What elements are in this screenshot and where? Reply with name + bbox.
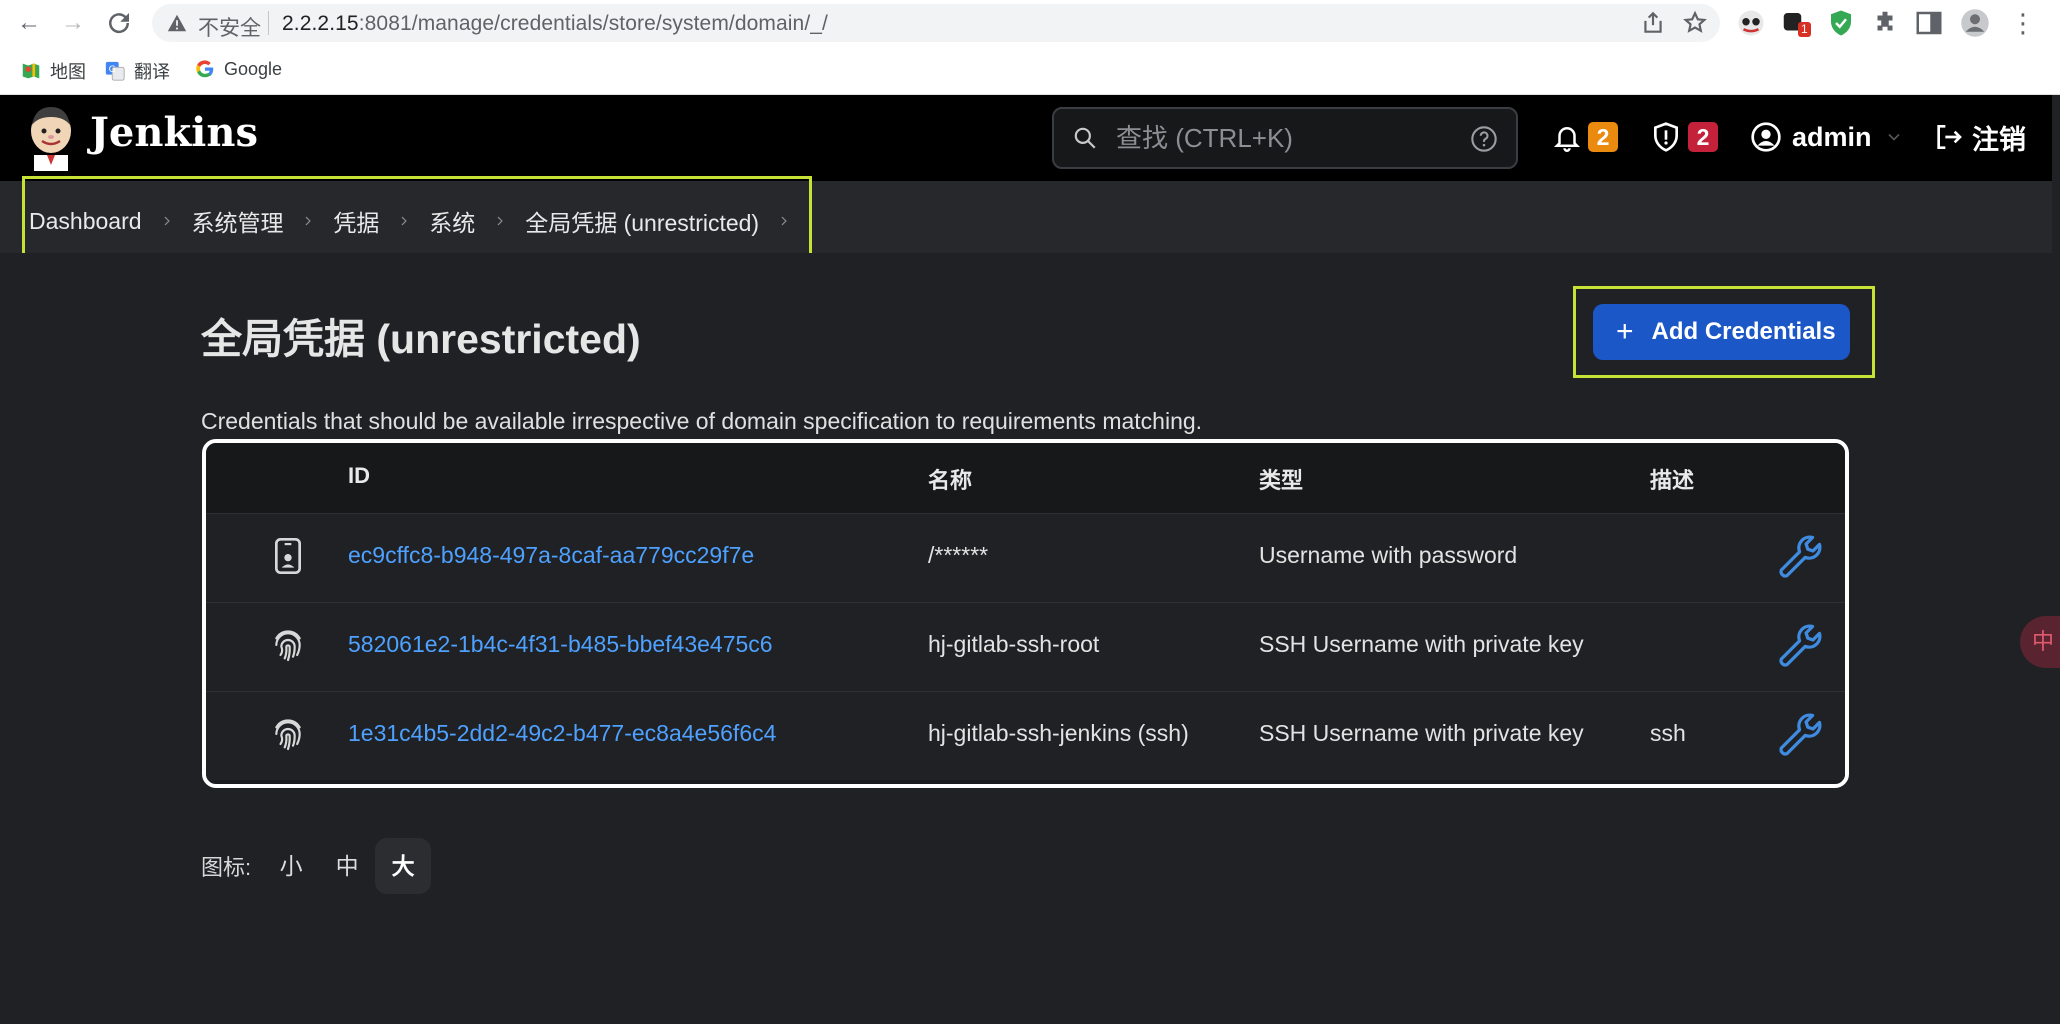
table-row: 582061e2-1b4c-4f31-b485-bbef43e475c6 hj-… (206, 602, 1845, 691)
breadcrumb-credentials[interactable]: 凭据 (333, 204, 379, 238)
chevron-right-icon[interactable] (492, 207, 508, 235)
add-credentials-button[interactable]: + Add Credentials (1593, 304, 1850, 360)
forward-icon[interactable]: → (58, 8, 88, 38)
chevron-right-icon[interactable] (396, 207, 412, 235)
bookmark-maps[interactable]: 地图 (20, 58, 86, 84)
translate-icon: G (105, 61, 125, 81)
credential-type: SSH Username with private key (1259, 631, 1584, 657)
reload-icon[interactable] (104, 8, 134, 38)
bookmark-label: 翻译 (134, 62, 170, 82)
logout-button[interactable]: 注销 (1932, 119, 2026, 155)
logout-label: 注销 (1972, 124, 2026, 155)
help-icon[interactable] (1470, 125, 1498, 153)
brand-title[interactable]: Jenkins (90, 109, 258, 156)
insecure-label: 不安全 (198, 17, 261, 40)
search-input[interactable] (1116, 121, 1446, 155)
bookmark-label: Google (224, 58, 283, 79)
scrollbar-strip[interactable] (2052, 95, 2060, 1024)
table-row: ec9cffc8-b948-497a-8caf-aa779cc29f7e /**… (206, 513, 1845, 602)
page-description: Credentials that should be available irr… (201, 408, 1203, 434)
jenkins-header: Jenkins 2 2 admin 注销 (0, 95, 2060, 181)
omnibox-separator (268, 11, 269, 35)
browser-menu-icon[interactable]: ⋮ (2008, 8, 2038, 38)
credential-name: hj-gitlab-ssh-root (928, 631, 1100, 657)
bookmark-translate[interactable]: G 翻译 (104, 58, 170, 84)
column-id[interactable]: ID (348, 463, 370, 489)
credentials-table: ID 名称 类型 描述 ec9cffc8-b948-497a-8caf-aa77… (202, 439, 1849, 788)
breadcrumb-system[interactable]: 系统 (429, 204, 475, 238)
icon-size-small[interactable]: 小 (263, 838, 319, 894)
credential-type: Username with password (1259, 542, 1518, 568)
credential-desc: ssh (1650, 720, 1686, 746)
extension-badge-icon[interactable]: 1 (1780, 8, 1811, 38)
bookmarks-bar: 地图 G 翻译 Google (0, 46, 2060, 95)
breadcrumb-manage[interactable]: 系统管理 (191, 204, 283, 238)
user-menu[interactable]: admin (1750, 119, 1904, 155)
column-name[interactable]: 名称 (928, 463, 972, 495)
url-text[interactable]: 2.2.2.15:8081/manage/credentials/store/s… (282, 12, 828, 36)
bookmark-google[interactable]: Google (194, 58, 282, 80)
user-icon (1751, 122, 1781, 152)
back-icon[interactable]: ← (14, 8, 44, 38)
add-credentials-label: Add Credentials (1651, 318, 1836, 345)
fingerprint-icon (275, 630, 301, 662)
svg-text:G: G (109, 64, 116, 75)
bell-icon (1553, 127, 1581, 152)
shield-extension-icon[interactable] (1826, 8, 1856, 38)
chevron-down-icon (1887, 133, 1900, 141)
browser-toolbar: ← → 不安全 2.2.2.15:8081/manage/credentials… (0, 0, 2060, 46)
wrench-icon[interactable] (1774, 709, 1826, 761)
table-row: 1e31c4b5-2dd2-49c2-b477-ec8a4e56f6c4 hj-… (206, 691, 1845, 780)
extension-spy-icon[interactable] (1736, 8, 1766, 38)
fingerprint-icon (275, 719, 301, 751)
share-icon[interactable] (1640, 10, 1666, 36)
puzzle-extensions-icon[interactable] (1870, 8, 1900, 38)
credential-type: SSH Username with private key (1259, 720, 1584, 746)
google-icon (196, 60, 214, 78)
address-bar[interactable]: 不安全 2.2.2.15:8081/manage/credentials/sto… (152, 4, 1720, 42)
chevron-right-icon[interactable] (300, 207, 316, 235)
logout-icon (1937, 125, 1962, 149)
credential-id-link[interactable]: ec9cffc8-b948-497a-8caf-aa779cc29f7e (348, 542, 754, 569)
jenkins-logo-icon[interactable] (26, 105, 76, 171)
wrench-icon[interactable] (1774, 531, 1826, 583)
credential-name: hj-gitlab-ssh-jenkins (ssh) (928, 720, 1189, 746)
url-host: 2.2.2.15 (282, 12, 359, 35)
chevron-right-icon[interactable] (776, 207, 792, 235)
icon-size-selector: 图标: 小 中 大 (201, 838, 432, 894)
page-title: 全局凭据 (unrestricted) (201, 316, 641, 362)
search-icon (1074, 127, 1096, 149)
wrench-icon[interactable] (1774, 620, 1826, 672)
url-path: :8081/manage/credentials/store/system/do… (358, 12, 828, 35)
column-description[interactable]: 描述 (1650, 463, 1694, 495)
user-name: admin (1792, 121, 1872, 152)
icon-size-medium[interactable]: 中 (319, 838, 375, 894)
maps-icon (22, 63, 40, 79)
chevron-right-icon[interactable] (159, 207, 175, 235)
bookmark-label: 地图 (50, 62, 86, 82)
warning-icon[interactable] (166, 12, 188, 34)
notifications-button[interactable]: 2 (1552, 119, 1618, 155)
id-card-icon (275, 538, 301, 574)
side-panel-icon[interactable] (1914, 8, 1944, 38)
security-button[interactable]: 2 (1650, 119, 1718, 155)
shield-alert-icon (1654, 122, 1678, 152)
security-badge: 2 (1688, 122, 1718, 152)
notifications-badge: 2 (1588, 122, 1618, 152)
icon-size-large[interactable]: 大 (375, 838, 432, 894)
credential-id-link[interactable]: 582061e2-1b4c-4f31-b485-bbef43e475c6 (348, 631, 773, 658)
bookmark-star-icon[interactable] (1682, 10, 1708, 36)
column-type[interactable]: 类型 (1259, 463, 1303, 495)
icon-size-label: 图标: (201, 855, 252, 880)
credential-name: /****** (928, 542, 989, 568)
main-panel: 全局凭据 (unrestricted) + Add Credentials Cr… (0, 253, 2060, 1024)
breadcrumb-global[interactable]: 全局凭据 (unrestricted) (525, 204, 759, 238)
table-header: ID 名称 类型 描述 (206, 443, 1845, 513)
plus-icon: + (1616, 315, 1634, 348)
breadcrumb-dashboard[interactable]: Dashboard (29, 208, 142, 235)
profile-avatar-icon[interactable] (1960, 8, 1990, 38)
credential-id-link[interactable]: 1e31c4b5-2dd2-49c2-b477-ec8a4e56f6c4 (348, 720, 776, 747)
search-box (1052, 107, 1518, 169)
extension-badge-count: 1 (1798, 22, 1811, 37)
